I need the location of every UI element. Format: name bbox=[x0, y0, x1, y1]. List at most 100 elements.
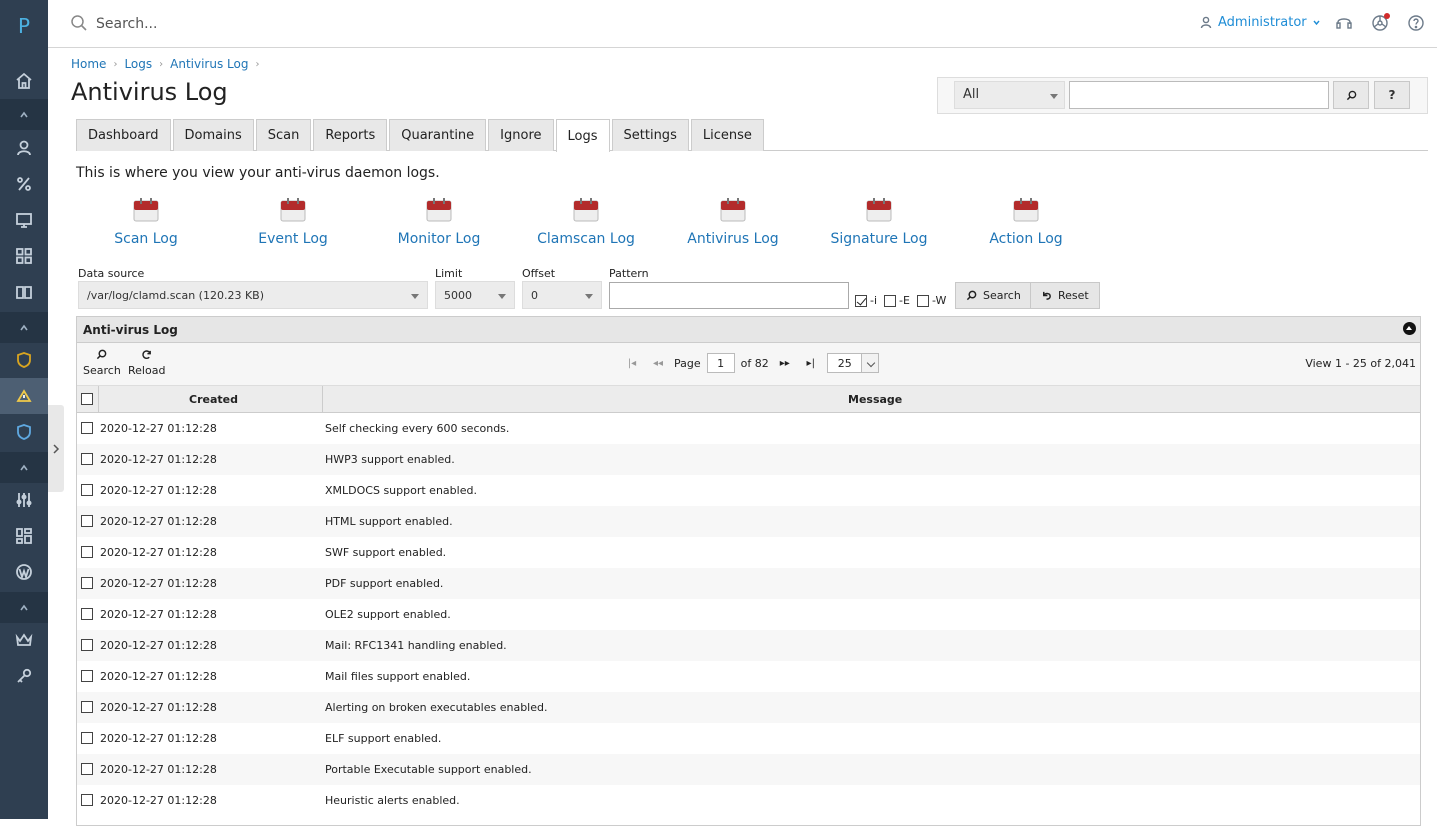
monitor-icon[interactable] bbox=[0, 202, 48, 238]
tab-logs[interactable]: Logs bbox=[555, 119, 610, 152]
user-menu[interactable]: Administrator bbox=[1200, 15, 1320, 30]
collapse-up-icon[interactable] bbox=[1403, 322, 1416, 335]
table-row[interactable]: 2020-12-27 01:12:28 Mail files support en… bbox=[77, 661, 1420, 692]
breadcrumb-logs[interactable]: Logs bbox=[124, 57, 152, 71]
pattern-input[interactable] bbox=[609, 282, 849, 309]
antivirus-bug-icon[interactable] bbox=[0, 378, 48, 414]
table-row[interactable]: 2020-12-27 01:12:28 PDF support enabled. bbox=[77, 568, 1420, 599]
sidebar-expand-handle[interactable] bbox=[48, 405, 64, 492]
table-row[interactable]: 2020-12-27 01:12:28 XMLDOCS support enabl… bbox=[77, 475, 1420, 506]
column-created[interactable]: Created bbox=[189, 393, 238, 406]
wordpress-icon[interactable] bbox=[0, 554, 48, 590]
flag-extended-checkbox[interactable] bbox=[884, 294, 896, 307]
event-log-link[interactable]: Event Log bbox=[223, 196, 363, 247]
tab-scan[interactable]: Scan bbox=[255, 119, 312, 151]
row-created: 2020-12-27 01:12:28 bbox=[100, 794, 217, 807]
form-reset-button[interactable]: Reset bbox=[1030, 282, 1100, 309]
scope-select[interactable]: All bbox=[954, 81, 1065, 109]
grid-reload-button[interactable]: Reload bbox=[128, 349, 165, 377]
tab-dashboard[interactable]: Dashboard bbox=[76, 119, 171, 151]
dashboard-blocks-icon[interactable] bbox=[0, 518, 48, 554]
row-checkbox[interactable] bbox=[81, 546, 93, 558]
select-all-checkbox[interactable] bbox=[81, 393, 93, 405]
tab-reports[interactable]: Reports bbox=[313, 119, 388, 151]
next-page-icon[interactable]: ▸▸ bbox=[775, 358, 795, 369]
antivirus-log-link[interactable]: Antivirus Log bbox=[663, 196, 803, 247]
percent-icon[interactable] bbox=[0, 166, 48, 202]
action-log-link[interactable]: Action Log bbox=[956, 196, 1096, 247]
row-checkbox[interactable] bbox=[81, 670, 93, 682]
clamscan-log-link[interactable]: Clamscan Log bbox=[516, 196, 656, 247]
nav-section-toggle[interactable] bbox=[0, 592, 48, 623]
row-checkbox[interactable] bbox=[81, 608, 93, 620]
table-row[interactable]: 2020-12-27 01:12:28 HTML support enabled. bbox=[77, 506, 1420, 537]
page-number-input[interactable]: 1 bbox=[706, 353, 735, 373]
limit-select[interactable]: 5000 bbox=[435, 281, 515, 309]
flag-extended[interactable]: -E bbox=[884, 294, 910, 307]
nav-section-toggle[interactable] bbox=[0, 99, 48, 130]
page-size-select[interactable]: 25 bbox=[826, 353, 879, 373]
flag-word-checkbox[interactable] bbox=[917, 294, 929, 307]
table-row[interactable]: 2020-12-27 01:12:28 Mail: RFC1341 handlin… bbox=[77, 630, 1420, 661]
support-headset-icon[interactable] bbox=[1334, 13, 1354, 33]
tab-domains[interactable]: Domains bbox=[172, 119, 254, 151]
table-row[interactable]: 2020-12-27 01:12:28 ELF support enabled. bbox=[77, 723, 1420, 754]
sliders-icon[interactable] bbox=[0, 482, 48, 518]
monitor-log-link[interactable]: Monitor Log bbox=[369, 196, 509, 247]
first-page-icon[interactable]: |◂ bbox=[622, 358, 642, 369]
breadcrumb-separator-icon: › bbox=[159, 58, 164, 70]
previous-page-icon[interactable]: ◂◂ bbox=[648, 358, 668, 369]
user-icon[interactable] bbox=[0, 130, 48, 166]
breadcrumb-home[interactable]: Home bbox=[71, 57, 106, 71]
last-page-icon[interactable]: ▸| bbox=[801, 358, 821, 369]
key-icon[interactable] bbox=[0, 658, 48, 694]
quick-search-input[interactable] bbox=[1069, 81, 1329, 109]
table-row[interactable]: 2020-12-27 01:12:28 Heuristic alerts enab… bbox=[77, 785, 1420, 816]
help-icon[interactable] bbox=[1406, 13, 1426, 33]
offset-select[interactable]: 0 bbox=[522, 281, 602, 309]
flag-ignore-case[interactable]: -i bbox=[855, 294, 877, 307]
flag-word[interactable]: -W bbox=[917, 294, 946, 307]
column-message[interactable]: Message bbox=[848, 393, 902, 406]
home-icon[interactable] bbox=[0, 63, 48, 99]
tab-license[interactable]: License bbox=[690, 119, 764, 151]
crown-icon[interactable] bbox=[0, 622, 48, 658]
extensions-icon[interactable] bbox=[1370, 13, 1390, 33]
app-logo[interactable]: P bbox=[0, 14, 48, 38]
grid-search-button[interactable]: Search bbox=[83, 349, 121, 377]
book-icon[interactable] bbox=[0, 274, 48, 310]
row-checkbox[interactable] bbox=[81, 639, 93, 651]
row-checkbox[interactable] bbox=[81, 763, 93, 775]
global-search-input[interactable] bbox=[96, 12, 496, 36]
flag-ignore-case-checkbox[interactable] bbox=[855, 294, 867, 307]
data-source-select[interactable]: /var/log/clamd.scan (120.23 KB) bbox=[78, 281, 428, 309]
shield-icon[interactable] bbox=[0, 342, 48, 378]
quick-search-button[interactable] bbox=[1333, 81, 1369, 109]
table-row[interactable]: 2020-12-27 01:12:28 OLE2 support enabled. bbox=[77, 599, 1420, 630]
signature-log-link[interactable]: Signature Log bbox=[809, 196, 949, 247]
row-checkbox[interactable] bbox=[81, 701, 93, 713]
row-checkbox[interactable] bbox=[81, 794, 93, 806]
table-row[interactable]: 2020-12-27 01:12:28 SWF support enabled. bbox=[77, 537, 1420, 568]
row-checkbox[interactable] bbox=[81, 732, 93, 744]
table-row[interactable]: 2020-12-27 01:12:28 Portable Executable s… bbox=[77, 754, 1420, 785]
security-shield-icon[interactable] bbox=[0, 414, 48, 450]
row-checkbox[interactable] bbox=[81, 422, 93, 434]
row-checkbox[interactable] bbox=[81, 515, 93, 527]
form-search-button[interactable]: Search bbox=[955, 282, 1032, 309]
scan-log-link[interactable]: Scan Log bbox=[76, 196, 216, 247]
nav-section-toggle[interactable] bbox=[0, 452, 48, 483]
table-row[interactable]: 2020-12-27 01:12:28 HWP3 support enabled. bbox=[77, 444, 1420, 475]
table-row[interactable]: 2020-12-27 01:12:28 Alerting on broken ex… bbox=[77, 692, 1420, 723]
help-button[interactable]: ? bbox=[1374, 81, 1410, 109]
row-checkbox[interactable] bbox=[81, 453, 93, 465]
row-checkbox[interactable] bbox=[81, 577, 93, 589]
nav-section-toggle[interactable] bbox=[0, 312, 48, 343]
tab-quarantine[interactable]: Quarantine bbox=[389, 119, 487, 151]
breadcrumb-antivirus-log[interactable]: Antivirus Log bbox=[170, 57, 248, 71]
apps-grid-icon[interactable] bbox=[0, 238, 48, 274]
table-row[interactable]: 2020-12-27 01:12:28 Self checking every 6… bbox=[77, 413, 1420, 444]
tab-settings[interactable]: Settings bbox=[611, 119, 689, 151]
tab-ignore[interactable]: Ignore bbox=[488, 119, 554, 151]
row-checkbox[interactable] bbox=[81, 484, 93, 496]
